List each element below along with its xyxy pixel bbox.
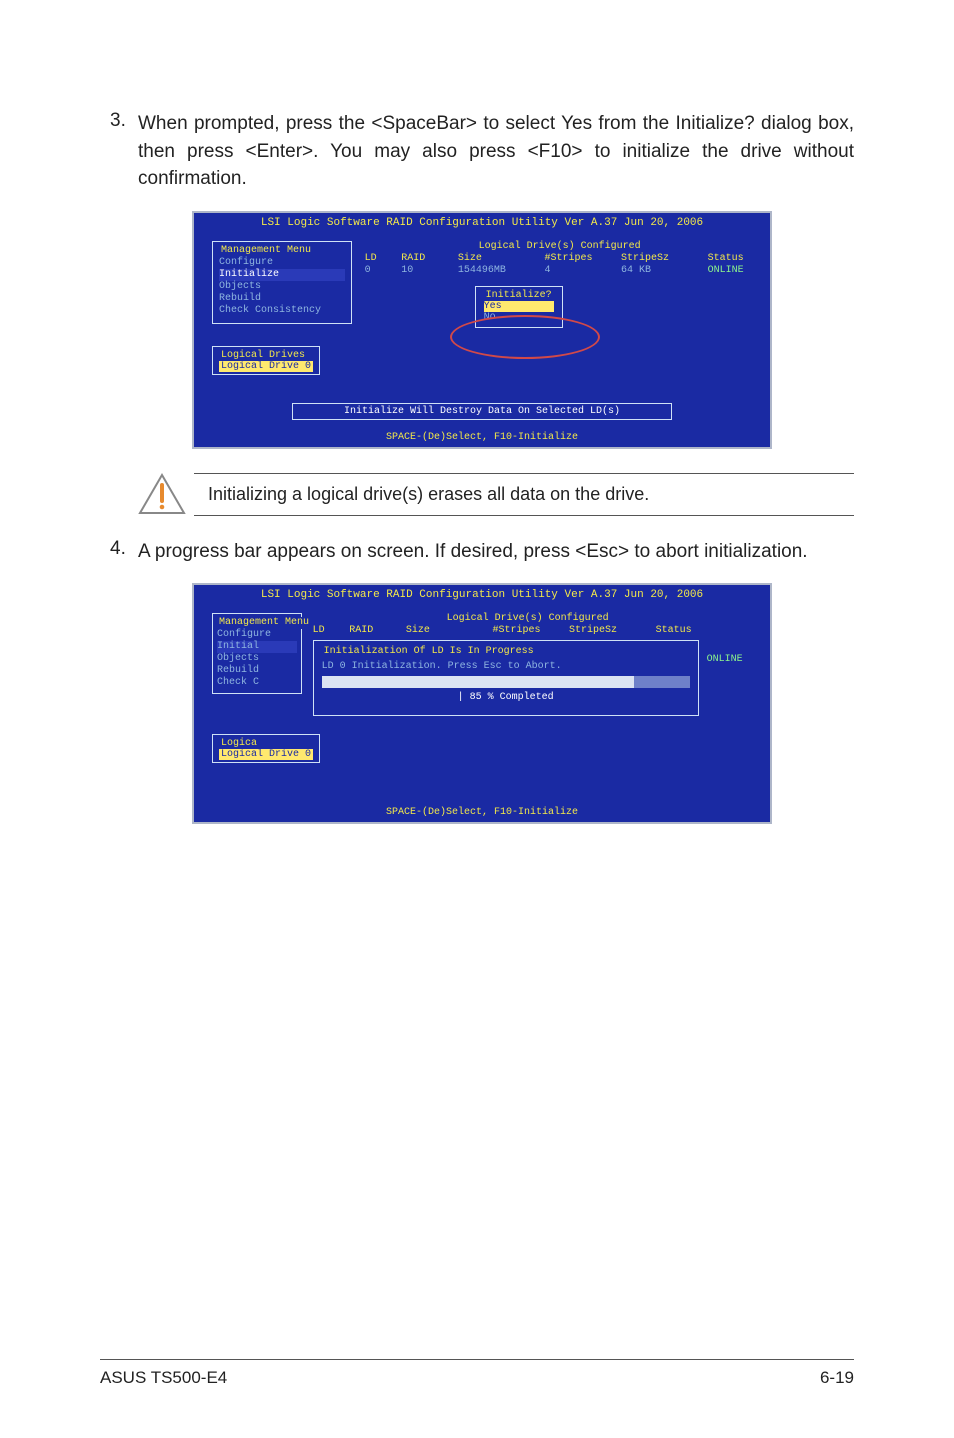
progress-line: LD 0 Initialization. Press Esc to Abort. bbox=[322, 661, 690, 672]
logical-drives-legend: Logical Drives bbox=[219, 350, 307, 361]
cell-stripesz: 64 KB bbox=[621, 265, 701, 276]
menu-initialize[interactable]: Initial bbox=[217, 641, 297, 653]
col-stripesz: StripeSz bbox=[621, 253, 701, 264]
col-raid: RAID bbox=[401, 253, 451, 264]
management-menu-legend: Management Menu bbox=[217, 617, 311, 629]
menu-configure[interactable]: Configure bbox=[219, 257, 345, 269]
step-number: 3. bbox=[110, 110, 138, 193]
col-size: Size bbox=[458, 253, 538, 264]
bios-screenshot-1: LSI Logic Software RAID Configuration Ut… bbox=[192, 211, 772, 449]
cell-stripes: 4 bbox=[544, 265, 614, 276]
step-3: 3. When prompted, press the <SpaceBar> t… bbox=[110, 110, 854, 193]
cell-size: 154496MB bbox=[458, 265, 538, 276]
footer-hint: SPACE-(De)Select, F10-Initialize bbox=[194, 432, 770, 447]
progress-bar-remaining bbox=[634, 676, 689, 688]
annotation-circle bbox=[450, 315, 600, 359]
footer-left: ASUS TS500-E4 bbox=[100, 1368, 227, 1388]
progress-percent: | 85 % Completed bbox=[322, 692, 690, 703]
table-header: LD RAID Size #Stripes StripeSz Status bbox=[365, 252, 755, 264]
footer-right: 6-19 bbox=[820, 1368, 854, 1388]
management-menu-box: Management Menu Configure Initial Object… bbox=[212, 613, 302, 694]
note-text: Initializing a logical drive(s) erases a… bbox=[194, 473, 854, 516]
table-legend: Logical Drive(s) Configured bbox=[313, 613, 743, 624]
menu-objects[interactable]: Objects bbox=[217, 653, 297, 665]
col-stripes: #Stripes bbox=[544, 253, 614, 264]
logical-drives-box: Logical Drives Logical Drive 0 bbox=[212, 346, 320, 375]
col-stripesz: StripeSz bbox=[569, 625, 649, 636]
cell-ld: 0 bbox=[365, 265, 395, 276]
step-number: 4. bbox=[110, 538, 138, 566]
col-ld: LD bbox=[313, 625, 343, 636]
col-status: Status bbox=[708, 253, 768, 264]
menu-check[interactable]: Check C bbox=[217, 677, 297, 689]
warning-icon bbox=[138, 473, 186, 515]
bios-title: LSI Logic Software RAID Configuration Ut… bbox=[194, 213, 770, 237]
menu-objects[interactable]: Objects bbox=[219, 281, 345, 293]
step-text: A progress bar appears on screen. If des… bbox=[138, 538, 854, 566]
progress-box: Initialization Of LD Is In Progress LD 0… bbox=[313, 640, 699, 716]
menu-rebuild[interactable]: Rebuild bbox=[217, 665, 297, 677]
note-callout: Initializing a logical drive(s) erases a… bbox=[138, 473, 854, 516]
cell-raid: 10 bbox=[401, 265, 451, 276]
step-text: When prompted, press the <SpaceBar> to s… bbox=[138, 110, 854, 193]
col-raid: RAID bbox=[349, 625, 399, 636]
warning-box: Initialize Will Destroy Data On Selected… bbox=[292, 403, 672, 420]
menu-rebuild[interactable]: Rebuild bbox=[219, 293, 345, 305]
menu-initialize[interactable]: Initialize bbox=[219, 269, 345, 281]
menu-configure[interactable]: Configure bbox=[217, 629, 297, 641]
progress-bar bbox=[322, 676, 690, 688]
table-header: LD RAID Size #Stripes StripeSz Status bbox=[313, 624, 743, 636]
initialize-legend: Initialize? bbox=[484, 290, 554, 301]
status-side: ONLINE bbox=[707, 636, 743, 665]
col-status: Status bbox=[656, 625, 716, 636]
step-4: 4. A progress bar appears on screen. If … bbox=[110, 538, 854, 566]
logical-drive-0[interactable]: Logical Drive 0 bbox=[219, 361, 313, 372]
logical-drives-legend: Logica bbox=[219, 738, 259, 749]
menu-check-consistency[interactable]: Check Consistency bbox=[219, 305, 345, 317]
management-menu-legend: Management Menu bbox=[219, 245, 313, 257]
col-ld: LD bbox=[365, 253, 395, 264]
page-content: 3. When prompted, press the <SpaceBar> t… bbox=[0, 0, 954, 908]
page-footer: ASUS TS500-E4 6-19 bbox=[100, 1359, 854, 1388]
logical-drives-table: Logical Drive(s) Configured LD RAID Size… bbox=[365, 241, 755, 328]
progress-legend: Initialization Of LD Is In Progress bbox=[322, 646, 536, 657]
logical-drive-0[interactable]: Logical Drive 0 bbox=[219, 749, 313, 760]
footer-hint: SPACE-(De)Select, F10-Initialize bbox=[194, 807, 770, 822]
bios-title: LSI Logic Software RAID Configuration Ut… bbox=[194, 585, 770, 609]
table-row: 0 10 154496MB 4 64 KB ONLINE bbox=[365, 264, 755, 276]
bios-screenshot-2: LSI Logic Software RAID Configuration Ut… bbox=[192, 583, 772, 824]
logical-drives-box: Logica Logical Drive 0 bbox=[212, 734, 320, 763]
management-menu-box: Management Menu Configure Initialize Obj… bbox=[212, 241, 352, 324]
option-yes[interactable]: Yes bbox=[484, 301, 554, 312]
cell-status: ONLINE bbox=[708, 265, 768, 276]
col-size: Size bbox=[406, 625, 486, 636]
col-stripes: #Stripes bbox=[492, 625, 562, 636]
table-legend: Logical Drive(s) Configured bbox=[365, 241, 755, 252]
